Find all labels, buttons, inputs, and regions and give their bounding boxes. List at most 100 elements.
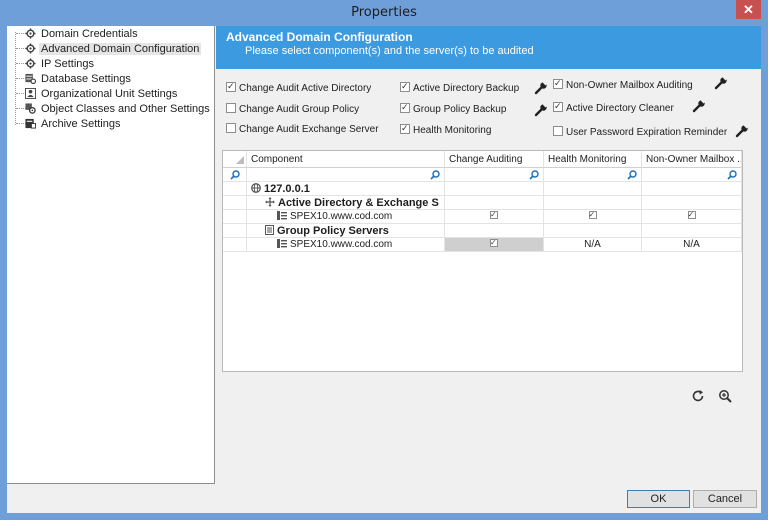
non-owner-mailbox-cell	[642, 182, 742, 196]
checkbox[interactable]	[588, 210, 597, 222]
non-owner-mailbox-cell[interactable]	[642, 210, 742, 224]
checkbox[interactable]	[553, 126, 563, 136]
option-change-audit-ad[interactable]: Change Audit Active Directory	[226, 80, 371, 96]
tree-item-label: Archive Settings	[41, 118, 121, 130]
row-selector[interactable]	[223, 182, 247, 196]
change-auditing-cell[interactable]	[445, 238, 544, 252]
change-auditing-cell[interactable]	[445, 210, 544, 224]
checkbox[interactable]	[400, 101, 410, 114]
checkbox[interactable]	[226, 123, 236, 133]
filter-cell[interactable]	[247, 168, 445, 182]
section-header: Advanced Domain Configuration Please sel…	[216, 26, 761, 69]
archive-icon	[25, 118, 36, 129]
cancel-button[interactable]: Cancel	[693, 490, 757, 508]
search-icon	[727, 170, 737, 180]
checkbox[interactable]	[226, 103, 236, 113]
wrench-icon[interactable]	[534, 81, 548, 95]
option-health-monitoring[interactable]: Health Monitoring	[400, 122, 491, 138]
checkbox[interactable]	[553, 77, 563, 90]
option-non-owner-mailbox[interactable]: Non-Owner Mailbox Auditing	[553, 77, 693, 93]
column-header-change-auditing[interactable]: Change Auditing	[445, 151, 544, 168]
filter-cell[interactable]	[445, 168, 544, 182]
component-cell[interactable]: SPEX10.www.cod.com	[247, 238, 445, 252]
table-row[interactable]: Group Policy Servers	[223, 224, 742, 238]
row-selector[interactable]	[223, 210, 247, 224]
tree-item-label: Object Classes and Other Settings	[41, 103, 210, 115]
option-label: User Password Expiration Reminder	[566, 127, 728, 138]
column-header-non-owner-mailbox[interactable]: Non-Owner Mailbox ...	[642, 151, 742, 168]
checkbox[interactable]	[490, 238, 498, 250]
title-bar[interactable]: Properties ✕	[0, 0, 768, 26]
gear-icon	[25, 28, 36, 39]
component-cell[interactable]: 127.0.0.1	[247, 182, 445, 196]
column-header-component[interactable]: Component	[247, 151, 445, 168]
tree-item-object-classes[interactable]: Object Classes and Other Settings	[11, 102, 212, 117]
health-monitoring-cell[interactable]	[544, 210, 642, 224]
option-password-reminder[interactable]: User Password Expiration Reminder	[553, 126, 727, 140]
checkbox[interactable]	[400, 122, 410, 135]
option-ad-backup[interactable]: Active Directory Backup	[400, 80, 519, 96]
option-change-audit-gpo[interactable]: Change Audit Group Policy	[226, 103, 359, 117]
table-row[interactable]: 127.0.0.1	[223, 182, 742, 196]
gear-icon	[25, 58, 36, 69]
close-button[interactable]: ✕	[736, 0, 761, 19]
option-change-audit-exchange[interactable]: Change Audit Exchange Server	[226, 123, 379, 137]
wrench-icon[interactable]	[534, 103, 548, 117]
wrench-icon[interactable]	[714, 76, 728, 90]
component-cell[interactable]: Group Policy Servers	[247, 224, 445, 238]
tree-item-label: Domain Credentials	[41, 28, 138, 40]
filter-cell[interactable]	[642, 168, 742, 182]
option-gpo-backup[interactable]: Group Policy Backup	[400, 101, 506, 117]
tree-item-label: Database Settings	[41, 73, 131, 85]
checkbox[interactable]	[553, 100, 563, 113]
tree-item-archive-settings[interactable]: Archive Settings	[11, 117, 122, 132]
component-name: 127.0.0.1	[264, 183, 310, 195]
tree-item-label: Organizational Unit Settings	[41, 88, 178, 100]
refresh-icon[interactable]	[691, 389, 705, 403]
gear-icon	[25, 103, 36, 114]
search-icon	[529, 170, 539, 180]
search-icon	[230, 170, 240, 180]
globe-icon	[251, 183, 261, 193]
checkbox[interactable]	[490, 210, 498, 222]
table-row[interactable]: SPEX10.www.cod.com	[223, 210, 742, 224]
tree-item-label: IP Settings	[41, 58, 94, 70]
filter-cell[interactable]	[223, 168, 247, 182]
component-cell[interactable]: Active Directory & Exchange S	[247, 196, 445, 210]
table-row[interactable]: SPEX10.www.cod.com N/A N/A	[223, 238, 742, 252]
search-icon	[627, 170, 637, 180]
option-ad-cleaner[interactable]: Active Directory Cleaner	[553, 100, 674, 116]
option-label: Active Directory Cleaner	[566, 103, 674, 114]
wrench-icon[interactable]	[735, 124, 749, 138]
row-selector[interactable]	[223, 224, 247, 238]
change-auditing-cell	[445, 196, 544, 210]
dialog-client: Domain Credentials Advanced Domain Confi…	[7, 26, 761, 513]
tree-item-domain-credentials[interactable]: Domain Credentials	[11, 27, 140, 42]
tree-item-ip-settings[interactable]: IP Settings	[11, 57, 96, 72]
checkbox[interactable]	[400, 80, 410, 93]
option-label: Change Audit Exchange Server	[239, 124, 379, 135]
component-cell[interactable]: SPEX10.www.cod.com	[247, 210, 445, 224]
zoom-icon[interactable]	[718, 389, 732, 403]
checkbox[interactable]	[226, 80, 236, 93]
component-name: Group Policy Servers	[277, 225, 389, 237]
wrench-icon[interactable]	[692, 99, 706, 113]
properties-window: Properties ✕ Domain Credentials Advanced…	[0, 0, 768, 520]
component-name: Active Directory & Exchange S	[278, 197, 439, 209]
column-header-health-monitoring[interactable]: Health Monitoring	[544, 151, 642, 168]
grid-corner[interactable]	[223, 151, 247, 168]
filter-cell[interactable]	[544, 168, 642, 182]
tree-item-database-settings[interactable]: Database Settings	[11, 72, 133, 87]
tree-item-organizational-unit-settings[interactable]: Organizational Unit Settings	[11, 87, 179, 102]
ok-button[interactable]: OK	[627, 490, 690, 508]
settings-tree: Domain Credentials Advanced Domain Confi…	[7, 26, 215, 484]
row-selector[interactable]	[223, 196, 247, 210]
ou-icon	[25, 88, 36, 99]
row-selector[interactable]	[223, 238, 247, 252]
component-name: SPEX10.www.cod.com	[290, 211, 393, 222]
grid-filter-row	[223, 168, 742, 182]
checkbox[interactable]	[687, 210, 696, 222]
tree-item-advanced-domain-configuration[interactable]: Advanced Domain Configuration	[11, 42, 202, 57]
table-row[interactable]: Active Directory & Exchange S	[223, 196, 742, 210]
ad-icon	[265, 197, 275, 207]
